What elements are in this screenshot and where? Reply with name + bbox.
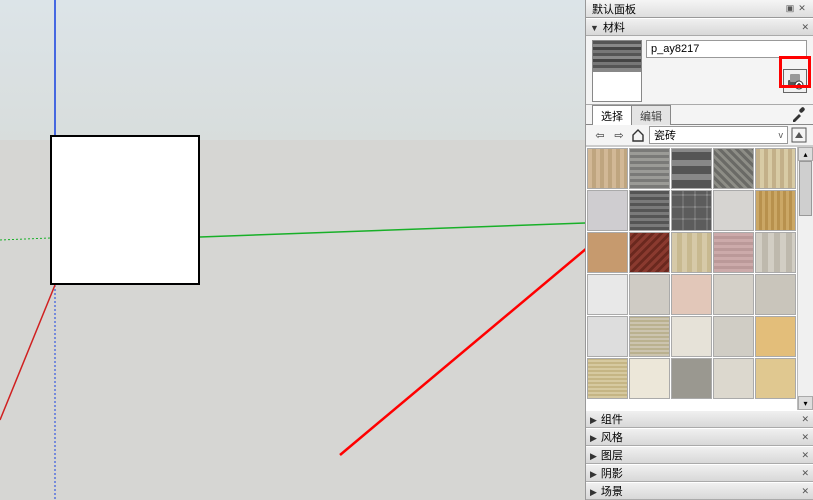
material-thumbnail[interactable] xyxy=(755,316,796,357)
scroll-handle[interactable] xyxy=(799,161,812,216)
section-close-icon[interactable]: ✕ xyxy=(801,22,809,33)
section-header-layers[interactable]: ▶ 图层 ✕ xyxy=(586,446,813,464)
section-close-icon[interactable]: ✕ xyxy=(801,432,809,443)
materials-body: p_ay8217 xyxy=(586,36,813,105)
expand-icon: ▶ xyxy=(590,451,597,461)
section-label-components: 组件 xyxy=(601,414,623,426)
material-thumbnail[interactable] xyxy=(629,358,670,399)
create-material-icon xyxy=(786,72,804,90)
scroll-up-button[interactable]: ▴ xyxy=(798,147,813,161)
material-thumbnail[interactable] xyxy=(713,190,754,231)
material-thumbnail[interactable] xyxy=(713,358,754,399)
model-face[interactable] xyxy=(50,135,200,285)
tab-edit[interactable]: 编辑 xyxy=(631,105,671,125)
nav-home-button[interactable] xyxy=(630,127,646,143)
material-thumbnail[interactable] xyxy=(671,358,712,399)
material-thumbnail[interactable] xyxy=(755,232,796,273)
section-label-materials: 材料 xyxy=(603,22,625,34)
home-icon xyxy=(631,128,645,142)
chevron-down-icon: v xyxy=(779,130,784,140)
expand-icon: ▶ xyxy=(590,487,597,497)
eyedropper-icon[interactable] xyxy=(791,106,807,122)
tray-pin-icon[interactable]: ▣ xyxy=(785,3,795,14)
material-thumbnail[interactable] xyxy=(629,316,670,357)
swatch-front-face xyxy=(593,41,641,72)
sky-background xyxy=(0,0,585,140)
material-thumbnail[interactable] xyxy=(587,274,628,315)
tray-title-label: 默认面板 xyxy=(592,1,636,17)
section-close-icon[interactable]: ✕ xyxy=(801,450,809,461)
library-dropdown-label: 瓷砖 xyxy=(654,127,676,143)
scroll-down-button[interactable]: ▾ xyxy=(798,396,813,410)
material-thumbnail[interactable] xyxy=(671,274,712,315)
collapse-icon: ▼ xyxy=(590,23,599,33)
section-label-layers: 图层 xyxy=(601,450,623,462)
expand-icon: ▶ xyxy=(590,433,597,443)
details-menu-button[interactable] xyxy=(791,127,807,143)
material-thumbnail[interactable] xyxy=(671,316,712,357)
material-thumbnail[interactable] xyxy=(755,274,796,315)
material-thumbnail[interactable] xyxy=(671,190,712,231)
section-header-materials[interactable]: ▼ 材料 ✕ xyxy=(586,18,813,36)
material-thumbnail[interactable] xyxy=(755,190,796,231)
materials-tabs: 选择 编辑 xyxy=(586,105,813,125)
library-dropdown[interactable]: 瓷砖 v xyxy=(649,126,788,144)
material-grid xyxy=(586,147,797,410)
material-thumbnail[interactable] xyxy=(587,316,628,357)
section-header-scenes[interactable]: ▶ 场景 ✕ xyxy=(586,482,813,500)
material-thumbnail[interactable] xyxy=(713,232,754,273)
tray-close-icon[interactable]: ✕ xyxy=(797,3,807,14)
material-thumbnail[interactable] xyxy=(629,274,670,315)
section-close-icon[interactable]: ✕ xyxy=(801,468,809,479)
material-thumbnail[interactable] xyxy=(587,358,628,399)
section-label-shadows: 阴影 xyxy=(601,468,623,480)
library-nav-row: ⇦ ⇨ 瓷砖 v xyxy=(586,125,813,146)
nav-forward-button[interactable]: ⇨ xyxy=(611,127,627,143)
create-material-button[interactable] xyxy=(783,69,807,93)
section-label-styles: 风格 xyxy=(601,432,623,444)
material-name-input[interactable]: p_ay8217 xyxy=(646,40,807,58)
section-header-styles[interactable]: ▶ 风格 ✕ xyxy=(586,428,813,446)
material-thumbnail[interactable] xyxy=(587,190,628,231)
swatch-back-face xyxy=(593,72,641,102)
tray-title-bar[interactable]: 默认面板 ▣ ✕ xyxy=(586,0,813,18)
material-thumbnail[interactable] xyxy=(629,190,670,231)
material-thumbnail[interactable] xyxy=(713,148,754,189)
expand-icon: ▶ xyxy=(590,415,597,425)
nav-back-button[interactable]: ⇦ xyxy=(592,127,608,143)
material-thumbnails-area: ▴ ▾ xyxy=(586,146,813,410)
material-thumbnail[interactable] xyxy=(713,316,754,357)
section-close-icon[interactable]: ✕ xyxy=(801,486,809,497)
section-header-components[interactable]: ▶ 组件 ✕ xyxy=(586,410,813,428)
expand-icon: ▶ xyxy=(590,469,597,479)
grid-scrollbar[interactable]: ▴ ▾ xyxy=(797,147,813,410)
material-thumbnail[interactable] xyxy=(629,148,670,189)
section-close-icon[interactable]: ✕ xyxy=(801,414,809,425)
material-thumbnail[interactable] xyxy=(587,232,628,273)
section-header-shadows[interactable]: ▶ 阴影 ✕ xyxy=(586,464,813,482)
material-thumbnail[interactable] xyxy=(671,148,712,189)
material-thumbnail[interactable] xyxy=(587,148,628,189)
viewport-3d[interactable] xyxy=(0,0,585,500)
material-thumbnail[interactable] xyxy=(629,232,670,273)
default-tray-panel: 默认面板 ▣ ✕ ▼ 材料 ✕ p_ay8217 xyxy=(585,0,813,500)
material-thumbnail[interactable] xyxy=(755,358,796,399)
tab-select[interactable]: 选择 xyxy=(592,105,632,125)
material-thumbnail[interactable] xyxy=(755,148,796,189)
section-label-scenes: 场景 xyxy=(601,486,623,498)
current-material-swatch[interactable] xyxy=(592,40,642,102)
material-thumbnail[interactable] xyxy=(713,274,754,315)
scroll-track[interactable] xyxy=(798,161,813,396)
material-thumbnail[interactable] xyxy=(671,232,712,273)
